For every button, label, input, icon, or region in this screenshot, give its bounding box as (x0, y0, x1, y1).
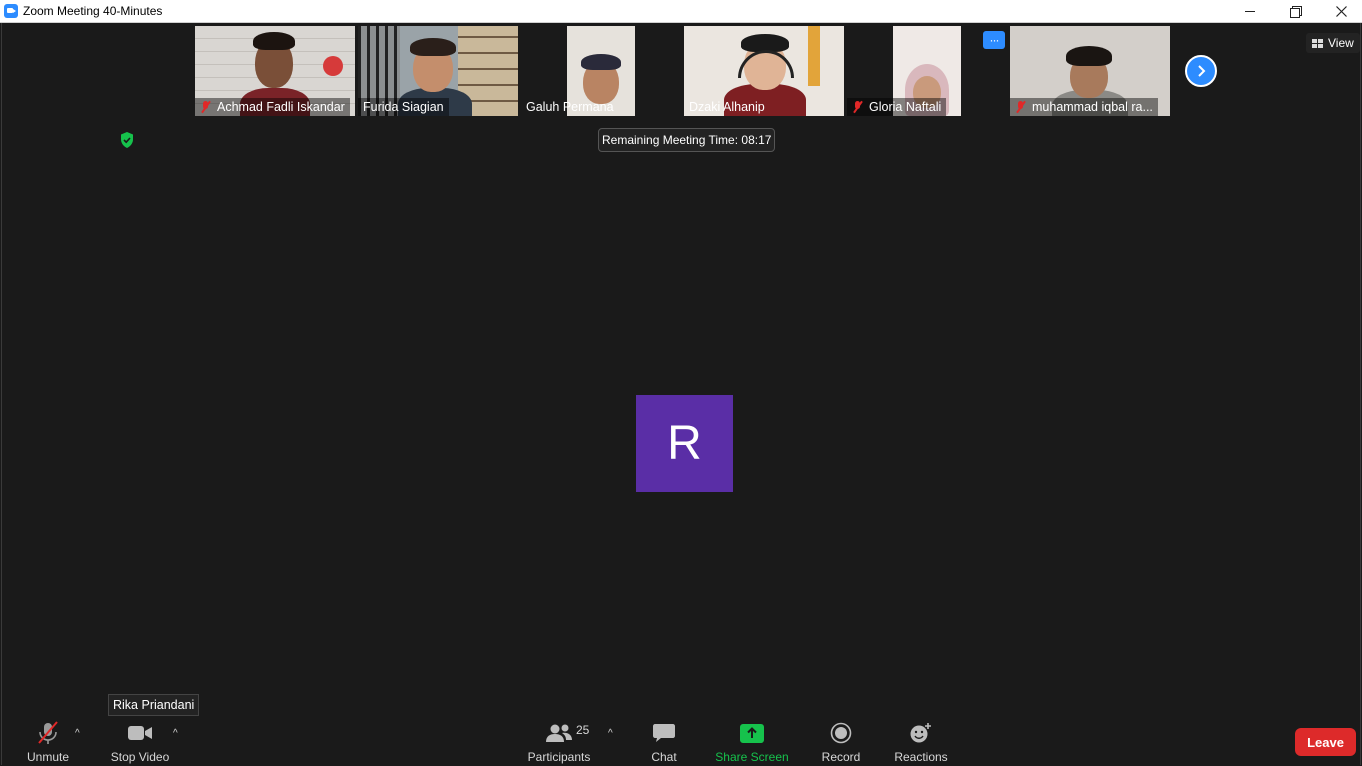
mic-muted-icon (1015, 101, 1027, 113)
share-screen-label: Share Screen (715, 750, 789, 764)
record-icon (830, 721, 852, 745)
video-options-caret[interactable]: ^ (173, 728, 178, 739)
view-label: View (1328, 36, 1354, 50)
participant-name-tag: Gloria Naftali (847, 98, 947, 116)
participants-icon (545, 721, 573, 745)
close-icon (1335, 5, 1347, 17)
reactions-label: Reactions (894, 750, 948, 764)
next-page-button[interactable] (1185, 55, 1217, 87)
unmute-button[interactable]: Unmute (25, 720, 71, 764)
wall-sticker (323, 56, 343, 76)
unmute-label: Unmute (26, 750, 70, 764)
minimize-button[interactable] (1227, 0, 1273, 22)
video-tile[interactable]: muhammad iqbal ra... (1010, 26, 1170, 116)
grid-view-icon (1312, 38, 1323, 48)
chat-label: Chat (651, 750, 677, 764)
security-shield-icon[interactable] (119, 131, 135, 149)
participant-name: muhammad iqbal ra... (1032, 100, 1153, 114)
participant-name-tag: muhammad iqbal ra... (1010, 98, 1158, 116)
audio-options-caret[interactable]: ^ (75, 728, 80, 739)
curtain (808, 26, 820, 86)
video-tile[interactable]: Galuh Permana (521, 26, 681, 116)
participant-name: Dzaki Alhanip (689, 100, 765, 114)
person-hair (253, 32, 295, 50)
avatar-initial: R (667, 417, 702, 470)
record-button[interactable]: Record (820, 720, 862, 764)
participants-options-caret[interactable]: ^ (608, 728, 613, 739)
participant-name-tag: Achmad Fadli Iskandar (195, 98, 350, 116)
record-label: Record (821, 750, 861, 764)
stop-video-button[interactable]: Stop Video (109, 720, 171, 764)
close-button[interactable] (1318, 0, 1362, 22)
participants-label: Participants (527, 750, 591, 764)
participant-name: Furida Siagian (363, 100, 444, 114)
person-hair (410, 38, 456, 56)
restore-button[interactable] (1272, 0, 1318, 22)
mic-muted-icon (852, 101, 864, 113)
chat-icon (652, 721, 676, 745)
chevron-right-icon (1198, 65, 1206, 77)
mic-muted-icon (35, 721, 61, 745)
video-tile[interactable]: Achmad Fadli Iskandar (195, 26, 355, 116)
share-screen-button[interactable]: Share Screen (715, 720, 789, 764)
video-tile[interactable]: Dzaki Alhanip (684, 26, 844, 116)
share-screen-icon (740, 723, 764, 743)
title-bar: Zoom Meeting 40-Minutes (0, 0, 1362, 23)
video-camera-icon (127, 721, 153, 745)
chat-button[interactable]: Chat (647, 720, 681, 764)
view-button[interactable]: View (1306, 33, 1360, 53)
active-speaker-avatar: R (636, 395, 733, 492)
mic-muted-icon (200, 101, 212, 113)
reactions-icon (909, 721, 933, 745)
participants-count: 25 (576, 723, 590, 737)
stop-video-label: Stop Video (110, 750, 170, 764)
tile-more-options-button[interactable]: ··· (983, 31, 1005, 49)
participant-name-tag: Dzaki Alhanip (684, 98, 770, 116)
window-title: Zoom Meeting 40-Minutes (23, 4, 163, 18)
participant-name: Galuh Permana (526, 100, 614, 114)
meeting-area: Achmad Fadli Iskandar Furida Siagian Gal… (1, 23, 1361, 765)
reactions-button[interactable]: Reactions (893, 720, 949, 764)
person-hair (581, 54, 621, 70)
participant-name-tag: Galuh Permana (521, 98, 619, 116)
zoom-app-icon (4, 4, 18, 18)
video-tile[interactable]: Furida Siagian (358, 26, 518, 116)
restore-icon (1290, 6, 1302, 18)
person-hair (1066, 46, 1112, 66)
participant-name-tag: Furida Siagian (358, 98, 449, 116)
active-speaker-name: Rika Priandani (108, 694, 200, 716)
minimize-icon (1245, 10, 1255, 12)
participant-name: Gloria Naftali (869, 100, 942, 114)
participant-name: Achmad Fadli Iskandar (217, 100, 345, 114)
remaining-time-label: Remaining Meeting Time: 08:17 (598, 128, 776, 152)
leave-button[interactable]: Leave (1295, 728, 1356, 756)
